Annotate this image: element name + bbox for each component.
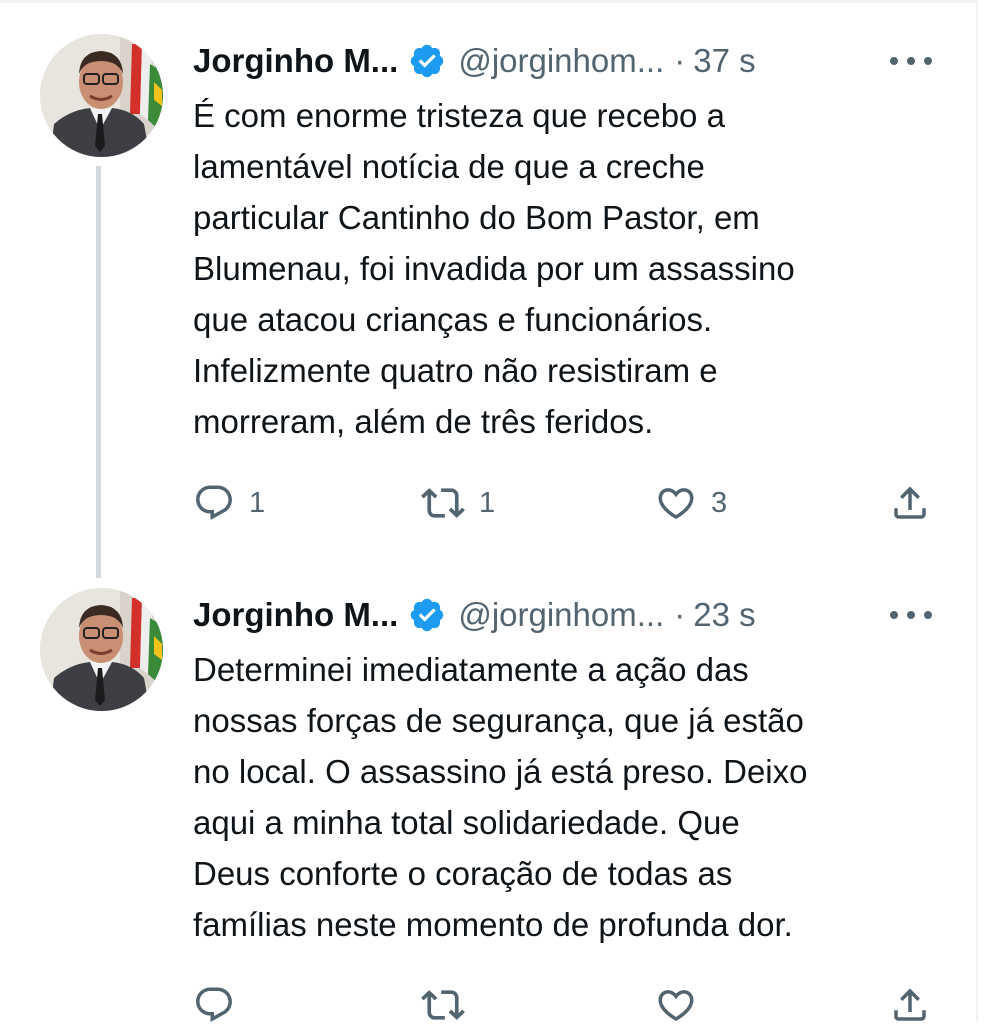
author-name[interactable]: Jorginho M...	[193, 42, 398, 80]
verified-badge-icon[interactable]	[408, 42, 446, 80]
like-count: 3	[711, 486, 728, 519]
separator-dot: ·	[674, 596, 686, 633]
separator-dot: ·	[674, 42, 686, 79]
tweet-header: Jorginho M... @jorginhom... · 37 s	[193, 36, 756, 86]
tweet-1[interactable]: Jorginho M... @jorginhom... · 37 s É com…	[0, 0, 984, 570]
retweet-button[interactable]	[421, 982, 479, 1028]
tweet-text: É com enorme tristeza que recebo a lamen…	[193, 90, 953, 447]
tweet-2[interactable]: Jorginho M... @jorginhom... · 23 s Deter…	[0, 570, 984, 1022]
reply-icon	[193, 984, 235, 1026]
tweet-text: Determinei imediatamente a ação das noss…	[193, 644, 953, 950]
avatar[interactable]	[40, 588, 163, 711]
tweet-text-line: nossas forças de segurança, que já estão	[193, 702, 804, 739]
share-icon	[889, 984, 931, 1026]
reply-icon	[193, 482, 235, 524]
avatar-photo	[40, 588, 163, 711]
timestamp[interactable]: 23 s	[693, 596, 755, 634]
author-name[interactable]: Jorginho M...	[193, 596, 398, 634]
retweet-button[interactable]: 1	[421, 480, 495, 526]
reply-count: 1	[249, 486, 266, 519]
tweet-header: Jorginho M... @jorginhom... · 23 s	[193, 590, 756, 640]
share-button[interactable]	[889, 982, 931, 1028]
like-button[interactable]: 3	[655, 480, 727, 526]
like-icon	[655, 482, 697, 524]
share-button[interactable]	[889, 480, 931, 526]
share-icon	[889, 482, 931, 524]
reply-button[interactable]	[193, 982, 249, 1028]
tweet-text-line: particular Cantinho do Bom Pastor, em	[193, 199, 760, 236]
tweet-actions	[193, 982, 943, 1028]
tweet-text-line: que atacou crianças e funcionários.	[193, 301, 713, 338]
more-options-icon[interactable]	[890, 51, 932, 71]
tweet-actions: 1 1 3	[193, 480, 943, 526]
tweet-text-line: Deus conforte o coração de todas as	[193, 855, 733, 892]
tweet-text-line: aqui a minha total solidariedade. Que	[193, 804, 740, 841]
reply-button[interactable]: 1	[193, 480, 265, 526]
avatar-photo	[40, 34, 163, 157]
retweet-icon	[421, 481, 465, 525]
tweet-text-line: lamentável notícia de que a creche	[193, 148, 705, 185]
tweet-text-line: Determinei imediatamente a ação das	[193, 651, 749, 688]
author-handle[interactable]: @jorginhom...	[458, 596, 664, 634]
tweet-text-line: Infelizmente quatro não resistiram e	[193, 352, 718, 389]
like-icon	[655, 984, 697, 1026]
tweet-text-line: É com enorme tristeza que recebo a	[193, 97, 725, 134]
like-button[interactable]	[655, 982, 711, 1028]
timestamp[interactable]: 37 s	[693, 42, 755, 80]
tweet-text-line: no local. O assassino já está preso. Dei…	[193, 753, 808, 790]
author-handle[interactable]: @jorginhom...	[458, 42, 664, 80]
retweet-count: 1	[479, 486, 496, 519]
tweet-text-line: morreram, além de três feridos.	[193, 403, 654, 440]
tweet-text-line: famílias neste momento de profunda dor.	[193, 906, 793, 943]
avatar[interactable]	[40, 34, 163, 157]
retweet-icon	[421, 983, 465, 1027]
tweet-text-line: Blumenau, foi invadida por um assassino	[193, 250, 795, 287]
more-options-icon[interactable]	[890, 605, 932, 625]
verified-badge-icon[interactable]	[408, 596, 446, 634]
